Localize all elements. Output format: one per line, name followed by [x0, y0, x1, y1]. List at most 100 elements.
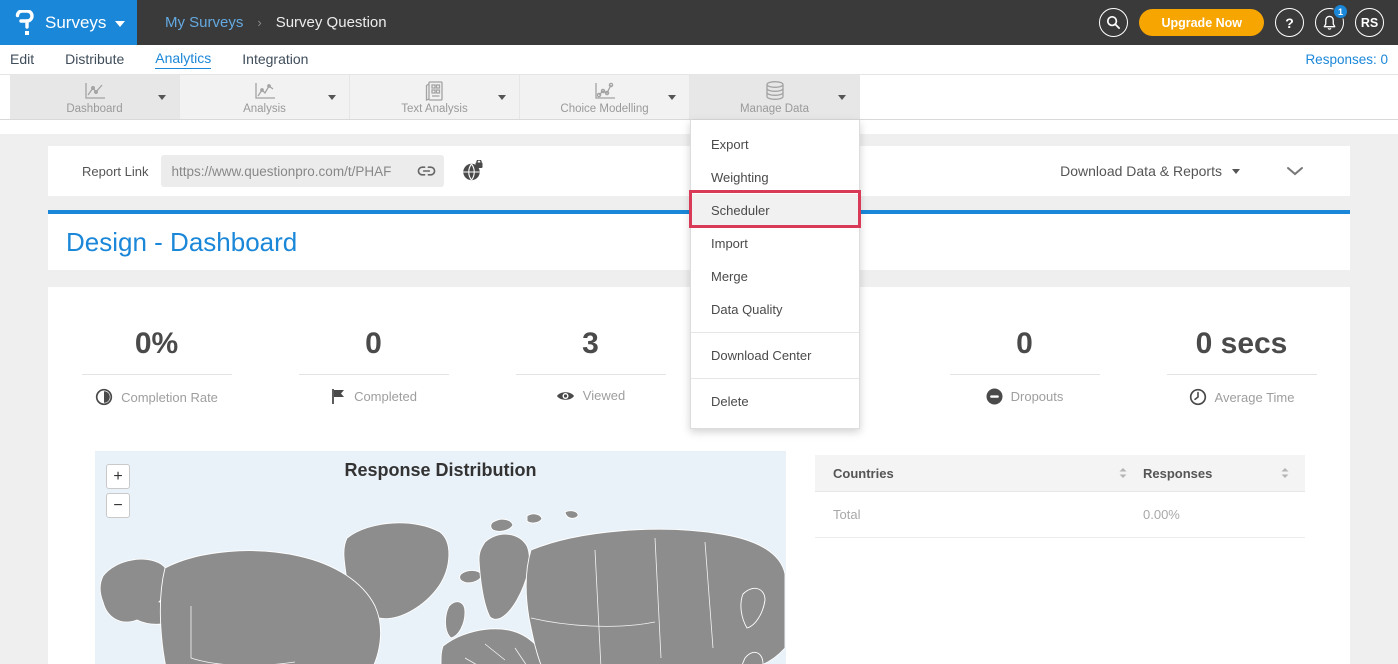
- tab-label: Manage Data: [740, 103, 809, 115]
- minus-circle-icon: [986, 388, 1003, 405]
- world-map-graphic[interactable]: [95, 498, 786, 664]
- upgrade-now-button[interactable]: Upgrade Now: [1139, 9, 1264, 36]
- stat-completed: 0 Completed: [265, 327, 482, 406]
- tab-label: Analysis: [243, 103, 286, 115]
- stat-average-time: 0 secs Average Time: [1133, 327, 1350, 406]
- report-url-input[interactable]: [171, 164, 417, 179]
- tab-dashboard[interactable]: Dashboard: [10, 75, 180, 119]
- product-name: Surveys: [45, 13, 106, 33]
- manage-data-dropdown-menu: Export Weighting Scheduler Import Merge …: [690, 120, 860, 429]
- link-icon[interactable]: [417, 164, 436, 178]
- map-title: Response Distribution: [95, 451, 786, 481]
- tab-manage-data[interactable]: Manage Data: [690, 75, 860, 119]
- topbar-actions: Upgrade Now ? 1 RS: [1099, 8, 1398, 37]
- nav-item-analytics[interactable]: Analytics: [155, 50, 211, 69]
- chevron-down-icon[interactable]: [158, 95, 166, 100]
- globe-privacy-icon[interactable]: [461, 160, 485, 182]
- trend-chart-icon: [252, 80, 278, 102]
- responses-count: Responses: 0: [1305, 52, 1388, 67]
- map-zoom-in-button[interactable]: +: [106, 464, 130, 489]
- avatar-initials: RS: [1361, 16, 1378, 30]
- stat-label: Average Time: [1215, 390, 1295, 405]
- chevron-down-icon: [115, 21, 125, 27]
- surveys-product-menu[interactable]: Surveys: [0, 0, 137, 45]
- table-header-row: Countries Responses: [815, 455, 1305, 492]
- chevron-down-icon: [1232, 169, 1240, 174]
- menu-item-scheduler[interactable]: Scheduler: [691, 194, 859, 227]
- tab-text-analysis[interactable]: Text Analysis: [350, 75, 520, 119]
- notification-count-badge: 1: [1333, 4, 1348, 19]
- total-label: Total: [833, 507, 1143, 522]
- sort-icon[interactable]: [1117, 466, 1129, 480]
- flag-icon: [330, 388, 346, 405]
- divider: [516, 374, 666, 375]
- nav-item-integration[interactable]: Integration: [242, 51, 308, 69]
- menu-item-weighting[interactable]: Weighting: [691, 161, 859, 194]
- tab-label: Dashboard: [66, 103, 122, 115]
- stat-completion-rate: 0% Completion Rate: [48, 327, 265, 406]
- menu-divider: [691, 378, 859, 379]
- breadcrumb-current-survey: Survey Question: [276, 14, 387, 31]
- clock-icon: [1189, 388, 1207, 406]
- breadcrumb-my-surveys[interactable]: My Surveys: [165, 14, 243, 31]
- menu-item-import[interactable]: Import: [691, 227, 859, 260]
- menu-item-data-quality[interactable]: Data Quality: [691, 293, 859, 326]
- tab-analysis[interactable]: Analysis: [180, 75, 350, 119]
- menu-item-delete[interactable]: Delete: [691, 385, 859, 418]
- menu-item-merge[interactable]: Merge: [691, 260, 859, 293]
- divider: [299, 374, 449, 375]
- tab-label: Choice Modelling: [560, 103, 648, 115]
- survey-section-nav: Edit Distribute Analytics Integration Re…: [0, 45, 1398, 75]
- total-responses-value: 0.00%: [1143, 507, 1291, 522]
- countries-responses-table: Countries Responses Total 0.00%: [815, 455, 1305, 664]
- stat-value: 0: [916, 327, 1133, 361]
- user-avatar[interactable]: RS: [1355, 8, 1384, 37]
- analytics-toolbar: Dashboard Analysis Text Analysis Choice …: [0, 75, 1398, 120]
- nav-item-edit[interactable]: Edit: [10, 51, 34, 69]
- download-data-reports-dropdown[interactable]: Download Data & Reports: [1060, 163, 1240, 179]
- questionpro-logo-icon: [14, 10, 36, 36]
- eye-icon: [556, 389, 575, 403]
- stat-value: 0%: [48, 327, 265, 361]
- divider: [82, 374, 232, 375]
- download-data-reports-label: Download Data & Reports: [1060, 163, 1222, 179]
- tab-label: Text Analysis: [401, 103, 467, 115]
- scatter-chart-icon: [592, 80, 618, 102]
- menu-item-download-center[interactable]: Download Center: [691, 339, 859, 372]
- sort-icon[interactable]: [1279, 466, 1291, 480]
- stat-value: 3: [482, 327, 699, 361]
- search-button[interactable]: [1099, 8, 1128, 37]
- chevron-down-icon[interactable]: [838, 95, 846, 100]
- chevron-down-icon[interactable]: [668, 95, 676, 100]
- help-button[interactable]: ?: [1275, 8, 1304, 37]
- database-icon: [763, 80, 787, 102]
- completion-rate-icon: [95, 388, 113, 406]
- menu-item-export[interactable]: Export: [691, 128, 859, 161]
- page-title: Design - Dashboard: [66, 227, 297, 258]
- document-grid-icon: [423, 80, 447, 102]
- collapse-panel-button[interactable]: [1286, 166, 1304, 176]
- breadcrumb: My Surveys › Survey Question: [165, 14, 387, 31]
- nav-item-distribute[interactable]: Distribute: [65, 51, 124, 69]
- table-row-total: Total 0.00%: [815, 492, 1305, 538]
- report-url-box: [161, 155, 444, 187]
- column-header-countries[interactable]: Countries: [833, 466, 894, 481]
- response-distribution-map: Response Distribution + −: [95, 451, 786, 664]
- stat-label: Completion Rate: [121, 390, 218, 405]
- stat-value: 0 secs: [1133, 327, 1350, 361]
- menu-divider: [691, 332, 859, 333]
- chevron-down-icon[interactable]: [328, 95, 336, 100]
- top-navigation-bar: Surveys My Surveys › Survey Question Upg…: [0, 0, 1398, 45]
- chevron-down-icon[interactable]: [498, 95, 506, 100]
- divider: [1167, 374, 1317, 375]
- chevron-down-icon: [1286, 166, 1304, 176]
- visualizations-row: Response Distribution + −: [48, 451, 1350, 664]
- notifications-button[interactable]: 1: [1315, 8, 1344, 37]
- tab-choice-modelling[interactable]: Choice Modelling: [520, 75, 690, 119]
- search-icon: [1106, 15, 1121, 30]
- line-chart-icon: [82, 80, 108, 102]
- stat-label: Dropouts: [1011, 389, 1064, 404]
- column-header-responses[interactable]: Responses: [1143, 466, 1212, 481]
- stat-label: Viewed: [583, 388, 625, 403]
- stat-viewed: 3 Viewed: [482, 327, 699, 406]
